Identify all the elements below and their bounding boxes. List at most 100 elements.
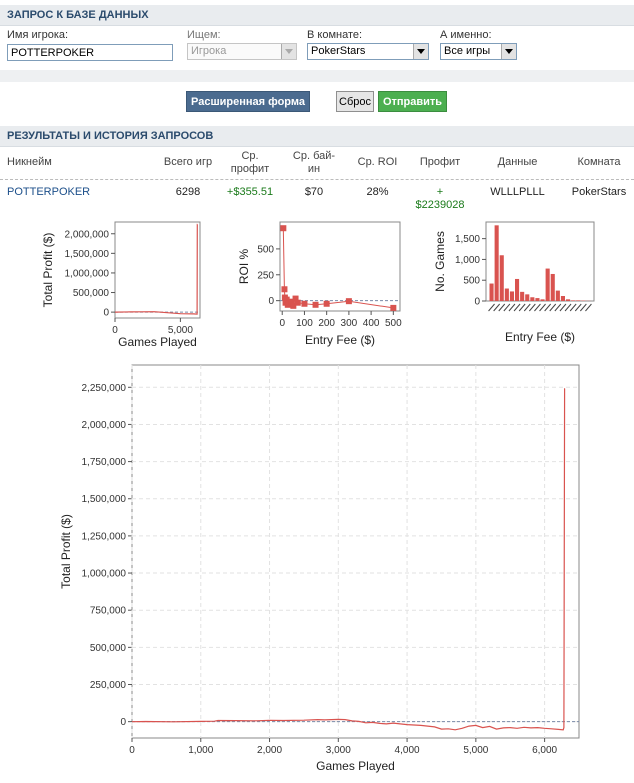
x-tick-label: 200: [318, 318, 335, 329]
games-bar: [525, 294, 530, 301]
row-roi: 28%: [366, 186, 389, 198]
y-axis-label: Total Profit ($): [41, 233, 55, 308]
reset-button[interactable]: Сброс: [336, 91, 374, 112]
x-tick-label-squiggle: [503, 303, 511, 312]
row-profit-sign: +: [436, 186, 444, 198]
y-tick-label: 2,000,000: [65, 229, 110, 240]
y-axis-label: Total Profit ($): [59, 514, 73, 589]
row-nick-link[interactable]: POTTERPOKER: [7, 186, 90, 199]
col-games-header: Всего игр: [163, 156, 213, 168]
x-tick-label: 300: [341, 318, 358, 329]
x-tick-label: 6,000: [532, 745, 557, 756]
x-tick-label: 100: [296, 318, 313, 329]
games-bar: [576, 300, 581, 301]
x-tick-label: 0: [279, 318, 285, 329]
x-axis-label: Entry Fee ($): [505, 330, 575, 344]
x-tick-label: 2,000: [257, 745, 282, 756]
games-bar: [535, 298, 540, 301]
col-profit-header: Профит: [419, 156, 461, 168]
advanced-form-button[interactable]: Расширенная форма: [186, 91, 310, 112]
query-section-title: ЗАПРОС К БАЗЕ ДАННЫХ: [7, 9, 149, 21]
row-data: WLLLPLLL: [490, 186, 545, 198]
row-profit-value: $2239028: [415, 199, 465, 211]
y-tick-label: 500,000: [90, 643, 127, 654]
chevron-down-icon: [281, 44, 296, 59]
search-type-select: Игрока: [187, 43, 297, 60]
games-bar: [566, 299, 571, 301]
plot-area: [114, 221, 201, 319]
y-tick-label: 250: [257, 270, 274, 281]
search-type-value: Игрока: [191, 45, 227, 57]
y-tick-label: 1,500: [455, 234, 480, 245]
room-select[interactable]: PokerStars: [307, 43, 429, 60]
games-bar: [545, 268, 550, 301]
game-type-value: Все игры: [444, 45, 491, 57]
roi-point: [345, 298, 352, 305]
x-tick-label-squiggle: [518, 303, 526, 312]
x-tick-label-squiggle: [574, 303, 582, 312]
room-value: PokerStars: [311, 45, 366, 57]
x-tick-label-squiggle: [554, 303, 562, 312]
x-tick-label: 0: [129, 745, 135, 756]
game-type-select[interactable]: Все игры: [440, 43, 517, 60]
roi-point: [281, 286, 288, 293]
x-tick-label: 4,000: [395, 745, 420, 756]
col-room-header: Комната: [577, 156, 621, 168]
x-tick-label: 500: [385, 318, 402, 329]
x-tick-label: 3,000: [326, 745, 351, 756]
player-name-label: Имя игрока:: [7, 29, 69, 41]
x-axis-label: Games Played: [316, 759, 395, 773]
games-bar: [540, 299, 545, 301]
y-axis-label: ROI %: [237, 249, 251, 285]
y-tick-label: 250,000: [90, 680, 127, 691]
chevron-down-icon[interactable]: [413, 44, 428, 59]
roi-point: [312, 301, 319, 308]
row-room: PokerStars: [571, 186, 627, 198]
y-tick-label: 500,000: [73, 288, 110, 299]
roi-point: [390, 304, 397, 311]
roi-point: [323, 300, 330, 307]
games-bar: [499, 255, 504, 301]
x-tick-label-squiggle: [569, 303, 577, 312]
x-tick-label-squiggle: [488, 303, 495, 312]
games-bar: [550, 273, 555, 301]
profit-main-chart: 0 250,000 500,000 750,000 1,000,000 1,250,000…: [59, 364, 580, 773]
games-by-fee-thumbnail-chart[interactable]: 0 500 1,000 1,500 Entry Fee ($) No. Games: [430, 218, 605, 353]
x-tick-label-squiggle: [498, 303, 506, 312]
games-bar: [489, 283, 494, 301]
x-tick-label: 1,000: [188, 745, 213, 756]
x-tick-label: 5,000: [463, 745, 488, 756]
x-tick-label-squiggle: [549, 303, 557, 312]
row-profit: + $2239028: [410, 186, 470, 212]
games-bar: [515, 278, 520, 301]
y-tick-label: 1,750,000: [82, 457, 127, 468]
x-tick-label-squiggle: [534, 303, 541, 312]
games-bar: [494, 225, 499, 301]
player-name-input[interactable]: [7, 44, 173, 61]
chevron-down-icon[interactable]: [501, 44, 516, 59]
row-avg-profit: +$355.51: [226, 186, 274, 198]
y-tick-label: 1,000: [455, 255, 480, 266]
y-tick-label: 1,500,000: [82, 494, 127, 505]
x-tick-label-squiggle: [559, 303, 567, 312]
y-tick-label: 1,500,000: [65, 249, 110, 260]
results-section-title: РЕЗУЛЬТАТЫ И ИСТОРИЯ ЗАПРОСОВ: [7, 130, 214, 142]
profit-thumbnail-chart[interactable]: 0500,0001,000,0001,500,0002,000,0000 5,00…: [40, 218, 215, 353]
roi-point: [280, 225, 287, 232]
submit-button[interactable]: Отправить: [378, 91, 447, 112]
y-tick-label: 1,000,000: [82, 569, 127, 580]
y-tick-label: 500: [463, 276, 480, 287]
x-tick-label-squiggle: [539, 303, 546, 312]
x-tick-label-squiggle: [585, 303, 592, 312]
x-tick-label-squiggle: [508, 303, 516, 312]
games-bar: [504, 288, 509, 301]
search-type-label: Ищем:: [187, 29, 221, 41]
col-nick-header: Никнейм: [7, 156, 52, 168]
y-tick-label: 0: [120, 717, 126, 728]
roi-thumbnail-chart[interactable]: 0 250 500 0 100 200 300 400 500 Entry Fee ($) ROI …: [232, 218, 407, 353]
games-bar: [560, 296, 565, 301]
row-nick[interactable]: POTTERPOKER: [7, 186, 90, 198]
games-bar: [520, 291, 525, 301]
y-tick-label: 0: [268, 296, 274, 307]
results-section-header: РЕЗУЛЬТАТЫ И ИСТОРИЯ ЗАПРОСОВ: [0, 126, 634, 147]
